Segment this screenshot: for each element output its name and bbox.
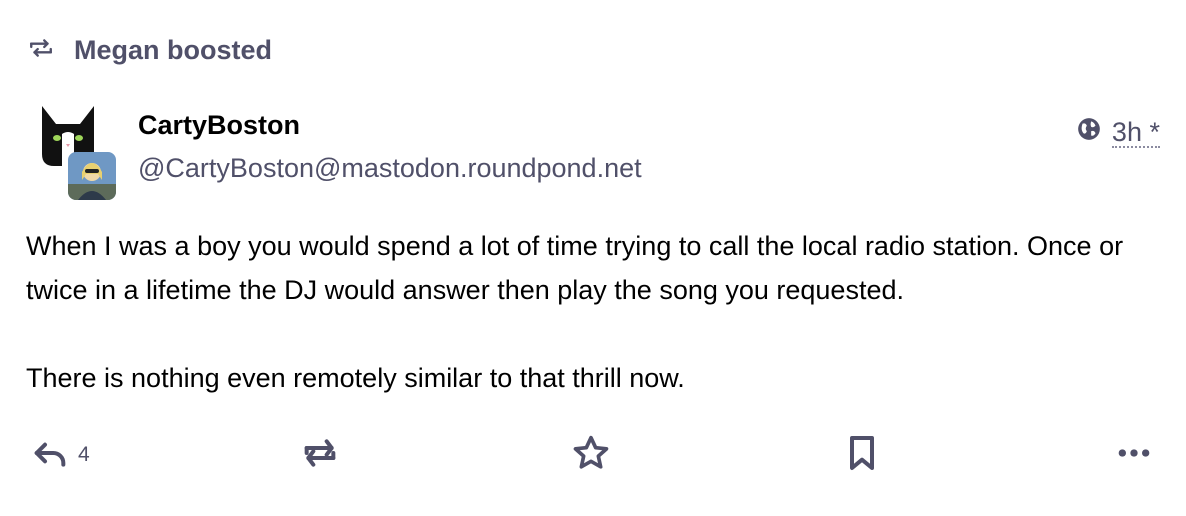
favourite-button[interactable] (571, 430, 611, 480)
more-button[interactable] (1114, 430, 1154, 480)
boost-icon (28, 35, 54, 66)
account-handle[interactable]: @CartyBoston@mastodon.roundpond.net (138, 153, 642, 184)
post-paragraph: There is nothing even remotely similar t… (26, 363, 685, 393)
post-content: When I was a boy you would spend a lot o… (26, 224, 1166, 400)
boost-button[interactable] (300, 430, 340, 480)
bookmark-icon (842, 433, 882, 478)
boost-indicator[interactable]: Megan boosted (28, 30, 272, 70)
post-meta[interactable]: 3h * (1076, 116, 1160, 149)
post-paragraph: When I was a boy you would spend a lot o… (26, 231, 1124, 305)
boost-label: Megan boosted (74, 34, 273, 65)
more-icon (1114, 433, 1154, 478)
bookmark-button[interactable] (842, 430, 882, 480)
avatar[interactable] (36, 104, 120, 200)
reply-icon (30, 433, 70, 478)
boost-icon (300, 433, 340, 478)
reply-button[interactable]: 4 (30, 430, 90, 480)
action-bar: 4 (0, 430, 1186, 480)
booster-avatar (68, 152, 116, 200)
display-name[interactable]: CartyBoston (138, 110, 300, 141)
reply-count: 4 (78, 443, 90, 466)
post-time[interactable]: 3h * (1111, 118, 1160, 148)
globe-icon (1076, 116, 1112, 149)
star-icon (571, 433, 611, 478)
